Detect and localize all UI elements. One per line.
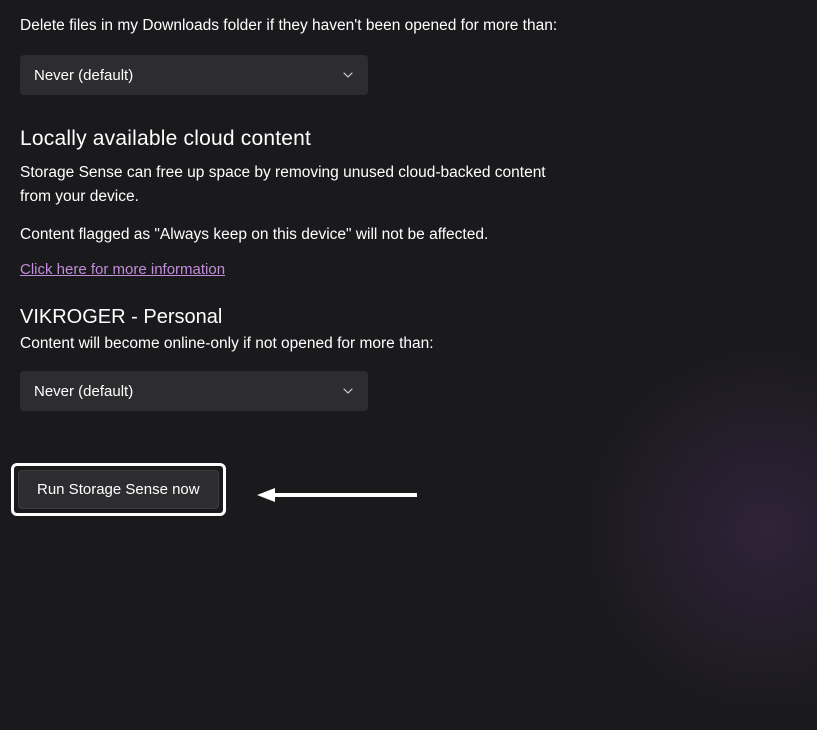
chevron-down-icon: [342, 69, 354, 81]
account-heading: VIKROGER - Personal: [20, 306, 560, 329]
downloads-age-dropdown[interactable]: Never (default): [20, 55, 368, 95]
cloud-content-heading: Locally available cloud content: [20, 127, 560, 151]
more-info-link[interactable]: Click here for more information: [20, 261, 225, 278]
run-storage-sense-button[interactable]: Run Storage Sense now: [18, 470, 219, 509]
background-glow: [567, 330, 817, 730]
chevron-down-icon: [342, 385, 354, 397]
account-age-dropdown[interactable]: Never (default): [20, 371, 368, 411]
cloud-content-line1: Storage Sense can free up space by remov…: [20, 161, 560, 209]
account-description: Content will become online-only if not o…: [20, 335, 560, 353]
run-button-highlight: Run Storage Sense now: [11, 463, 226, 516]
downloads-dropdown-value: Never (default): [34, 67, 133, 84]
arrow-annotation: [255, 485, 420, 505]
account-dropdown-value: Never (default): [34, 383, 133, 400]
downloads-folder-description: Delete files in my Downloads folder if t…: [20, 14, 560, 37]
run-button-label: Run Storage Sense now: [37, 481, 200, 498]
cloud-content-line2: Content flagged as "Always keep on this …: [20, 223, 560, 247]
